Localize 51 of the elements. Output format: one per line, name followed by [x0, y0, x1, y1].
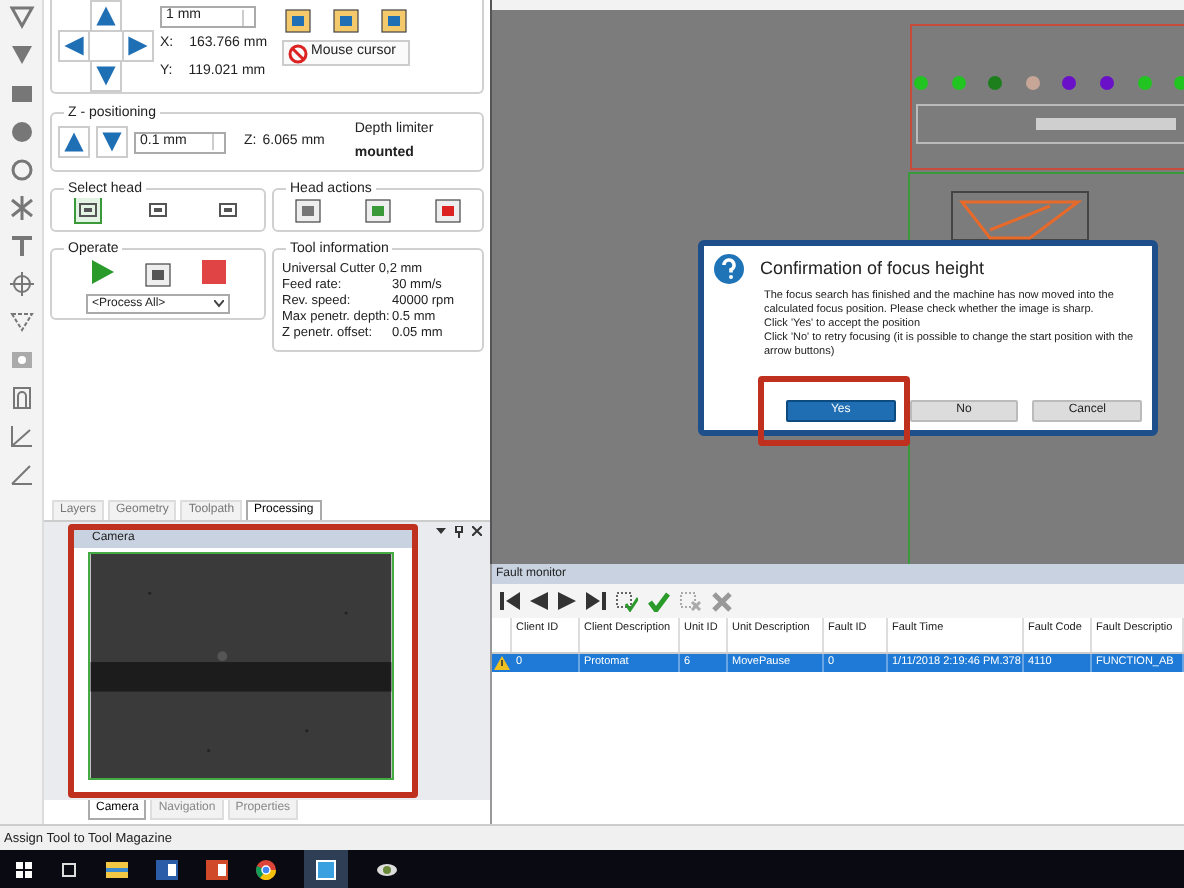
park-position-icon[interactable] — [329, 6, 362, 34]
document-app-icon[interactable] — [156, 859, 178, 879]
milled-shape — [950, 190, 1090, 240]
head-icon — [77, 200, 98, 220]
z-up-button[interactable] — [58, 126, 90, 158]
browser-icon[interactable] — [256, 859, 276, 879]
circle-icon[interactable] — [7, 118, 35, 146]
acknowledge-selected-icon[interactable] — [616, 591, 638, 611]
warning-icon — [494, 656, 510, 670]
triangle-outline-icon[interactable] — [7, 4, 35, 32]
folder-icon[interactable] — [106, 860, 128, 878]
arch-icon[interactable] — [7, 384, 35, 412]
no-cursor-icon — [287, 43, 308, 63]
check-icon[interactable] — [648, 591, 670, 611]
head-action-icon[interactable] — [431, 196, 464, 224]
left-arrow-button[interactable] — [58, 30, 90, 62]
head-icon — [147, 200, 168, 220]
windows-icon[interactable] — [16, 861, 32, 877]
dialog-title: Confirmation of focus height — [760, 255, 985, 282]
head-action-icon[interactable] — [292, 196, 325, 224]
angle-icon[interactable] — [7, 460, 35, 488]
origin-position-icon[interactable] — [377, 6, 410, 34]
pin-icon[interactable] — [454, 526, 464, 538]
up-arrow-button[interactable] — [90, 0, 122, 32]
first-icon[interactable] — [500, 592, 520, 610]
task-view-icon[interactable] — [60, 861, 78, 877]
crosshair-icon[interactable] — [7, 270, 35, 298]
angle-icon[interactable] — [7, 422, 35, 450]
chevron-icon — [214, 300, 224, 308]
question-icon — [714, 254, 744, 284]
right-arrow-button[interactable] — [122, 30, 154, 62]
text-tool-icon[interactable] — [7, 232, 35, 260]
home-position-icon[interactable] — [281, 6, 314, 34]
down-arrow-button[interactable] — [90, 60, 122, 93]
ring-icon[interactable] — [7, 156, 35, 184]
dashed-triangle-icon[interactable] — [7, 308, 35, 336]
step-icon[interactable] — [142, 260, 174, 288]
rectangle-icon[interactable] — [7, 80, 35, 108]
close-icon[interactable] — [472, 526, 482, 536]
z-down-button[interactable] — [96, 126, 128, 158]
last-icon[interactable] — [586, 592, 606, 610]
head-action-icon[interactable] — [361, 196, 394, 224]
head-option[interactable] — [73, 196, 102, 224]
previous-icon[interactable] — [530, 592, 548, 610]
next-icon[interactable] — [558, 592, 576, 610]
dropdown-icon[interactable] — [436, 526, 446, 536]
play-icon[interactable] — [90, 260, 114, 284]
head-icon — [218, 200, 239, 220]
slides-app-icon[interactable] — [206, 859, 228, 879]
active-app-icon[interactable] — [304, 850, 348, 888]
asterisk-icon[interactable] — [7, 194, 35, 222]
